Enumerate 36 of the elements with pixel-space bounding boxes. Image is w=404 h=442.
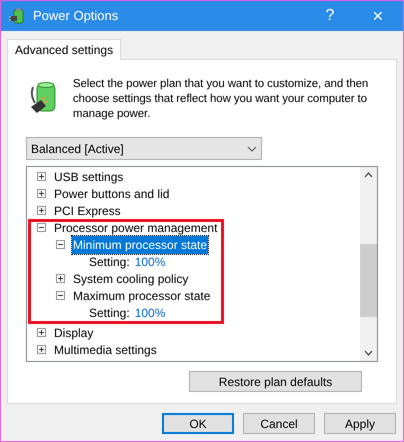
setting-label: Setting: [89,304,130,322]
dialog-button[interactable]: Apply [324,413,396,434]
expand-icon[interactable] [56,274,65,283]
expand-icon[interactable] [37,172,46,181]
setting-value[interactable]: 100% [134,252,166,270]
tab[interactable]: Advanced settings [7,39,122,60]
window-title: Power Options [33,7,120,26]
description-text: Select the power plan that you want to customize, and then choose settings that reflect how you want your computer to manage power. [72,77,370,122]
expand-icon[interactable] [37,328,46,337]
scrollbar[interactable] [360,167,377,361]
tree-item[interactable]: Maximum processor state [72,286,212,304]
dialog-button[interactable]: Cancel [243,413,315,434]
expand-icon[interactable] [37,206,46,215]
plan-dropdown[interactable]: Balanced [Active] [26,137,262,160]
collapse-icon[interactable] [56,240,65,249]
battery-plug-icon [9,8,25,24]
chevron-down-icon [247,146,257,152]
restore-defaults-button[interactable]: Restore plan defaults [189,371,362,392]
tree-item[interactable]: Display [53,324,94,342]
dialog-button[interactable]: OK [162,413,234,434]
tree-item[interactable]: Multimedia settings [53,340,158,358]
expand-icon[interactable] [37,189,46,198]
tree-item[interactable]: Power buttons and lid [53,184,170,202]
setting-value[interactable]: 100% [134,304,166,322]
tree-item[interactable]: Minimum processor state [72,236,208,254]
tree-item[interactable]: System cooling policy [72,270,190,288]
collapse-icon[interactable] [56,291,65,300]
collapse-icon[interactable] [37,223,46,232]
close-button[interactable]: ✕ [353,1,403,31]
setting-label: Setting: [89,254,130,270]
scroll-thumb[interactable] [360,244,377,317]
tree-item[interactable]: Processor power management [53,218,218,236]
tree-item[interactable]: USB settings [53,168,124,186]
help-button[interactable]: ? [307,1,353,31]
tree-item[interactable]: PCI Express [53,202,122,220]
expand-icon[interactable] [37,345,46,354]
